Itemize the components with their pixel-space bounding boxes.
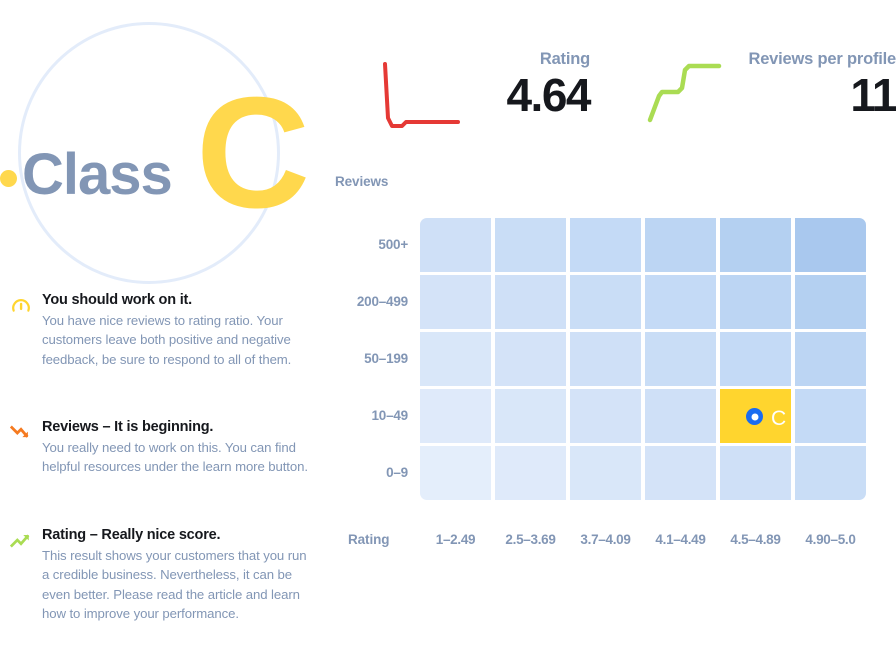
heatmap-cell[interactable] [570,446,641,500]
metric-value: 11 [850,69,896,121]
heatmap-row [420,332,870,386]
heatmap-cell[interactable] [570,332,641,386]
heatmap-cell[interactable] [420,446,491,500]
rating-sparkline [380,56,462,139]
heatmap-cell[interactable] [570,218,641,272]
heatmap-cell[interactable] [420,332,491,386]
rating-reviews-heatmap: 500+ 200–499 50–199 10–49 C 0–9 1–2.49 2.5–3.69… [357,218,870,547]
left-panel: Class C You should work on it. You have … [0,0,320,666]
heatmap-cell[interactable] [420,389,491,443]
heatmap-cell[interactable] [795,389,866,443]
heatmap-row [420,218,870,272]
heatmap-cell[interactable] [720,332,791,386]
heatmap-row: C [420,389,870,443]
axis-title-reviews: Reviews [335,174,389,189]
heatmap-cell[interactable] [795,275,866,329]
heatmap-cell[interactable] [795,218,866,272]
heatmap-cell[interactable] [795,332,866,386]
badge-letter: C [196,65,311,241]
heatmap-cell[interactable] [720,446,791,500]
heatmap-column-label: 4.90–5.0 [805,532,856,547]
metric-label: Reviews per profile [748,50,896,68]
heatmap-cell[interactable] [645,275,716,329]
main-panel: Rating 4.64 Reviews per profile 11 Revie… [320,0,896,666]
heatmap-column-label: 4.5–4.89 [730,532,781,547]
badge-class-word: Class [22,142,173,207]
advice-text: You have nice reviews to rating ratio. Y… [42,313,292,367]
heatmap-cell[interactable] [495,446,566,500]
heatmap-cell[interactable] [570,389,641,443]
axis-title-rating: Rating [348,532,390,547]
trend-up-icon [9,530,32,552]
heatmap-cell[interactable] [720,218,791,272]
gauge-icon [10,295,32,317]
heatmap-row-label: 200–499 [356,294,408,309]
advice-text: This result shows your customers that yo… [42,548,307,621]
heatmap-row-label: 0–9 [386,465,408,480]
heatmap-row-label: 10–49 [371,408,408,423]
heatmap-column-label: 1–2.49 [435,532,476,547]
advice-item-1: Reviews – It is beginning. You really ne… [0,419,310,477]
metric-rating: Rating 4.64 [380,50,591,140]
heatmap-cell[interactable] [570,275,641,329]
heatmap-column-label: 4.1–4.49 [655,532,706,547]
advice-title: You should work on it. [42,292,192,308]
marker-class-letter: C [771,407,787,430]
heatmap-cell[interactable] [795,446,866,500]
heatmap-cell[interactable] [495,389,566,443]
heatmap-cell[interactable] [645,446,716,500]
heatmap-cell[interactable] [645,332,716,386]
badge-dot-icon [0,170,17,187]
heatmap-cell[interactable] [420,275,491,329]
heatmap-cell[interactable] [495,218,566,272]
advice-item-2: Rating – Really nice score. This result … [0,527,310,623]
heatmap-row-label: 500+ [378,237,408,252]
heatmap-row [420,275,870,329]
metric-reviews-per-profile: Reviews per profile 11 [645,50,896,140]
heatmap-row [420,446,870,500]
position-marker-icon [746,408,763,425]
heatmap-column-label: 3.7–4.09 [580,532,631,547]
advice-title: Reviews – It is beginning. [42,419,214,435]
heatmap-cell[interactable] [420,218,491,272]
heatmap-cell[interactable] [495,332,566,386]
class-badge: Class C [0,0,320,284]
advice-item-0: You should work on it. You have nice rev… [0,292,310,369]
advice-title: Rating – Really nice score. [42,527,221,543]
metric-value: 4.64 [506,69,591,121]
dashboard-root: Class C You should work on it. You have … [0,0,896,666]
heatmap-column-label: 2.5–3.69 [505,532,556,547]
heatmap-row-label: 50–199 [364,351,408,366]
heatmap-cell[interactable] [720,275,791,329]
heatmap-cell-active[interactable]: C [720,389,791,443]
metric-label: Rating [539,50,590,68]
heatmap-cell[interactable] [495,275,566,329]
reviews-sparkline [645,56,723,133]
heatmap-cell[interactable] [645,389,716,443]
advice-text: You really need to work on this. You can… [42,440,308,475]
heatmap-cell[interactable] [645,218,716,272]
trend-down-icon [9,422,32,444]
